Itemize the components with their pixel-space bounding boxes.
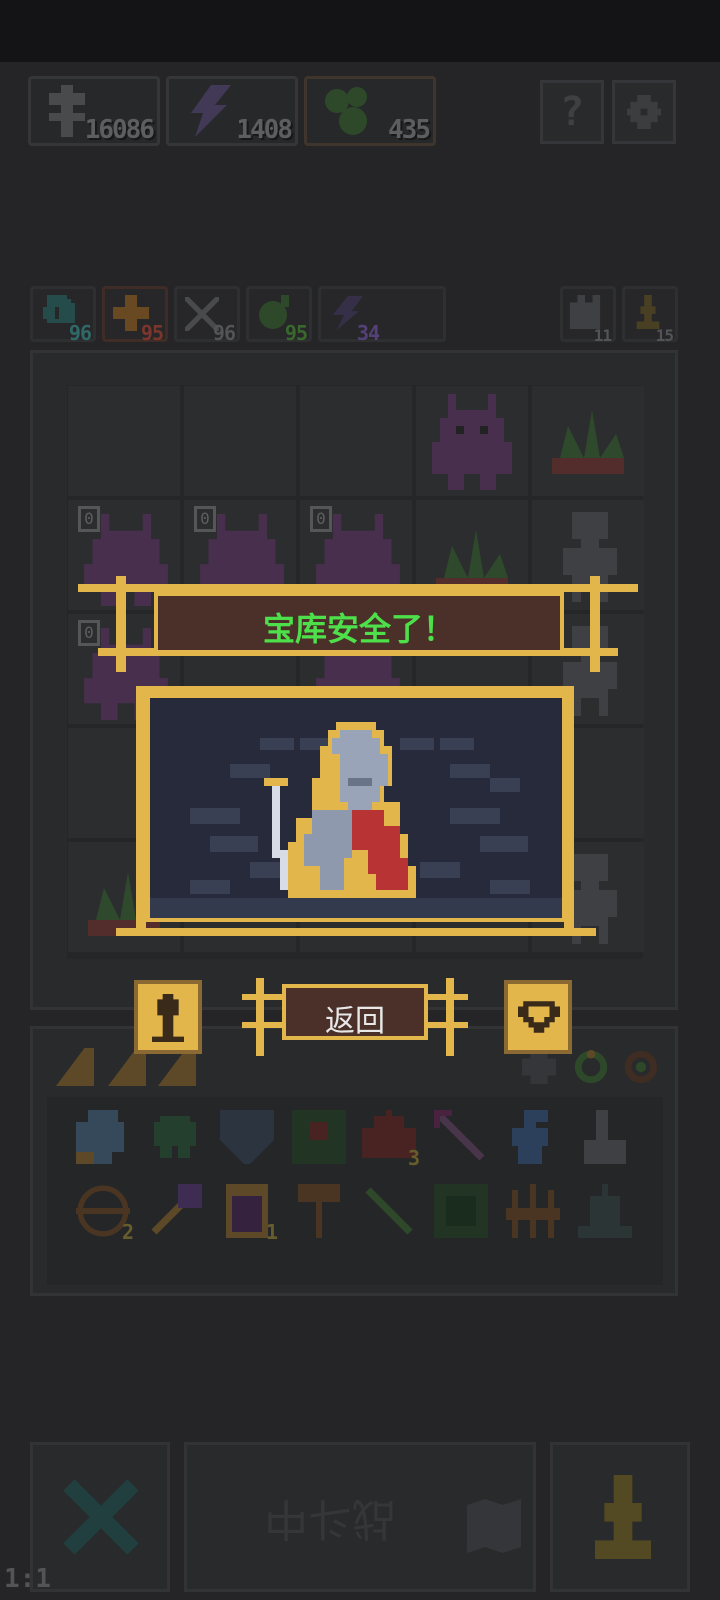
key-icon xyxy=(298,1184,340,1238)
inventory-item[interactable]: 3 xyxy=(362,1110,420,1170)
banner-top-bar xyxy=(78,584,638,592)
bell-icon xyxy=(578,1184,632,1238)
item-count: 3 xyxy=(407,1146,420,1170)
staff-icon xyxy=(151,1184,202,1235)
stat-heroes-value: 15 xyxy=(655,326,674,345)
item-count: 2 xyxy=(121,1220,134,1244)
back-label: 返回 xyxy=(325,1004,385,1039)
stat-magic-value: 96 xyxy=(68,321,92,345)
crystal-plant-icon xyxy=(552,410,624,474)
resource-skulls: 16086 xyxy=(28,76,160,146)
stat-towers: 11 xyxy=(560,286,616,345)
grid-cell[interactable] xyxy=(68,386,180,496)
inventory-item[interactable] xyxy=(434,1184,488,1238)
map-icon xyxy=(467,1499,521,1553)
lightning-icon xyxy=(191,85,231,137)
frame-top-bar xyxy=(136,686,572,694)
inventory-item[interactable] xyxy=(292,1110,346,1164)
lever-icon xyxy=(584,1110,626,1164)
knight-icon xyxy=(264,722,416,898)
back-post-left xyxy=(256,978,264,1056)
sword-icon xyxy=(365,1187,413,1235)
claws-icon xyxy=(506,1184,560,1238)
settings-button[interactable] xyxy=(612,80,676,144)
frame-bottom-bar xyxy=(116,928,596,936)
stat-poison: 95 xyxy=(246,286,312,345)
frame-post-right xyxy=(564,686,574,934)
inventory-item[interactable] xyxy=(220,1110,274,1164)
inventory-item[interactable] xyxy=(362,1184,416,1238)
speed-indicator[interactable]: 1:1 xyxy=(4,1564,51,1594)
back-button[interactable]: 返回 xyxy=(282,984,428,1040)
stat-energy: 34 xyxy=(318,286,446,345)
inventory-item[interactable] xyxy=(506,1184,560,1238)
stat-towers-value: 11 xyxy=(593,326,612,345)
inventory-item[interactable]: 2 xyxy=(76,1184,134,1244)
stat-attack-value: 96 xyxy=(212,321,236,345)
helmet-icon xyxy=(154,1116,196,1158)
stat-health: 95 xyxy=(102,286,168,345)
heart-gem-icon xyxy=(518,1001,560,1033)
banner-post-right xyxy=(590,576,600,672)
inventory-item[interactable] xyxy=(578,1184,632,1238)
slime-count: 435 xyxy=(388,115,431,145)
settings-icon xyxy=(627,95,661,129)
energy-count: 1408 xyxy=(236,115,293,145)
stat-health-value: 95 xyxy=(140,321,164,345)
pawn-icon xyxy=(636,295,660,329)
stat-attack: 96 xyxy=(174,286,240,345)
resource-energy: 1408 xyxy=(166,76,298,146)
grid-cell[interactable] xyxy=(184,386,296,496)
grid-cell[interactable] xyxy=(416,386,528,496)
inventory-item[interactable] xyxy=(506,1110,560,1164)
item-count: 1 xyxy=(265,1220,278,1244)
keyhole-icon xyxy=(152,994,184,1042)
grid-cell[interactable] xyxy=(532,386,644,496)
shield-icon xyxy=(220,1110,274,1164)
hero-button[interactable] xyxy=(550,1442,690,1592)
inventory-item[interactable] xyxy=(148,1184,202,1238)
title-banner: 宝库安全了！ xyxy=(154,592,564,654)
keyhole-button[interactable] xyxy=(134,980,202,1054)
pawn-icon xyxy=(595,1475,651,1559)
back-post-right xyxy=(446,978,454,1056)
potion-icon xyxy=(512,1110,548,1164)
scroll-icon xyxy=(76,1110,124,1164)
inventory-grid xyxy=(47,1097,663,1285)
inventory-item[interactable] xyxy=(434,1110,488,1164)
gem-button[interactable] xyxy=(504,980,572,1054)
resource-slime: 435 xyxy=(304,76,436,146)
arrow-icon xyxy=(434,1110,485,1161)
help-icon: ? xyxy=(559,89,585,135)
stat-magic: 96 xyxy=(30,286,96,345)
map-tile-icon xyxy=(434,1184,488,1238)
inventory-item[interactable] xyxy=(148,1110,202,1164)
frame-post-left xyxy=(136,686,146,934)
inventory-item[interactable] xyxy=(76,1110,130,1164)
battle-label: 战斗中 xyxy=(264,1493,396,1544)
inventory-item[interactable]: 1 xyxy=(220,1184,278,1244)
inventory-item[interactable] xyxy=(578,1110,632,1164)
close-icon xyxy=(63,1479,139,1555)
victory-dialog: 宝库安全了！ 返回 xyxy=(78,576,638,1056)
banner-post-left xyxy=(116,576,126,672)
grid-cell[interactable] xyxy=(300,386,412,496)
demon-monster-icon xyxy=(432,394,512,490)
help-button[interactable]: ? xyxy=(540,80,604,144)
knight-scene xyxy=(146,694,566,922)
tower-icon xyxy=(569,295,601,329)
stat-poison-value: 95 xyxy=(284,321,308,345)
skull-count: 16086 xyxy=(84,115,155,145)
cancel-button[interactable] xyxy=(30,1442,170,1592)
inventory-item[interactable] xyxy=(292,1184,346,1238)
stat-heroes: 15 xyxy=(622,286,678,345)
dialog-title: 宝库安全了！ xyxy=(262,610,455,648)
slime-icon xyxy=(325,87,367,135)
battle-button[interactable]: 战斗中 xyxy=(184,1442,536,1592)
stat-energy-value: 34 xyxy=(357,321,380,345)
map-tile-icon xyxy=(292,1110,346,1164)
